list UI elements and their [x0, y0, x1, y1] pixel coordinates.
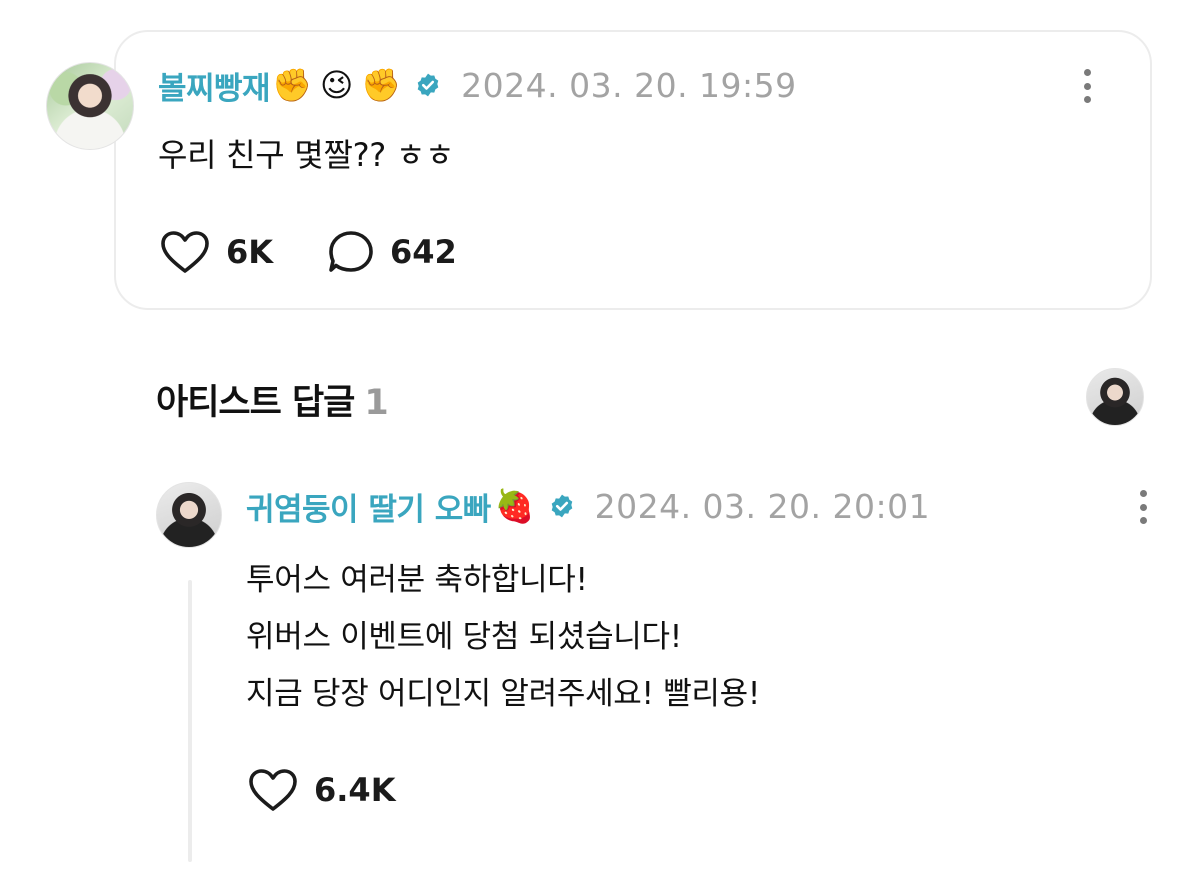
comment-bubble-icon [329, 231, 373, 272]
fist-emoji-2: ✊ [361, 66, 402, 104]
post-author-avatar[interactable] [46, 62, 134, 150]
reply-timestamp: 2024. 03. 20. 20:01 [594, 486, 931, 526]
post-timestamp: 2024. 03. 20. 19:59 [461, 65, 797, 105]
artist-reply-title: 아티스트 답글 [156, 383, 355, 423]
strawberry-emoji: 🍓 [494, 487, 535, 525]
reply-line: 위버스 이벤트에 당첨 되셨습니다! [246, 619, 682, 655]
artist-reply-heading: 아티스트 답글 1 [156, 374, 389, 425]
more-vertical-icon[interactable] [1083, 69, 1091, 103]
artist-header-avatar[interactable] [1086, 368, 1144, 426]
post-text: 우리 친구 몇짤?? ㅎㅎ [158, 136, 455, 174]
post-header: 볼찌빵재 ✊ 😉 ✊ 2024. 03. 20. 19:59 [158, 63, 797, 107]
heart-icon [249, 769, 297, 811]
heart-icon [161, 231, 209, 273]
reply-author-name[interactable]: 귀염둥이 딸기 오빠 [246, 484, 491, 529]
reply-like-count: 6.4K [314, 771, 396, 809]
post-like-count: 6K [226, 233, 274, 271]
reply-line: 지금 당장 어디인지 알려주세요! 빨리용! [246, 676, 760, 712]
verified-badge-icon [417, 73, 439, 97]
verified-badge-icon [551, 494, 572, 518]
more-vertical-icon[interactable] [1139, 490, 1147, 524]
thread-line [188, 580, 192, 862]
post-comment-count: 642 [390, 233, 457, 271]
post-like-button[interactable]: 6K [160, 230, 273, 274]
reply-line: 투어스 여러분 축하합니다! [246, 562, 588, 598]
reply-like-button[interactable]: 6.4K [248, 768, 395, 812]
post-author-name[interactable]: 볼찌빵재 [158, 63, 271, 108]
artist-reply-count: 1 [364, 383, 388, 423]
wink-emoji: 😉 [319, 66, 354, 104]
reply-header: 귀염둥이 딸기 오빠 🍓 2024. 03. 20. 20:01 [246, 484, 930, 528]
fist-emoji-1: ✊ [272, 66, 312, 104]
reply-text: 투어스 여러분 축하합니다! 위버스 이벤트에 당첨 되셨습니다! 지금 당장 … [246, 552, 760, 723]
reply-author-avatar[interactable] [156, 482, 222, 548]
post-comment-button[interactable]: 642 [328, 230, 457, 274]
